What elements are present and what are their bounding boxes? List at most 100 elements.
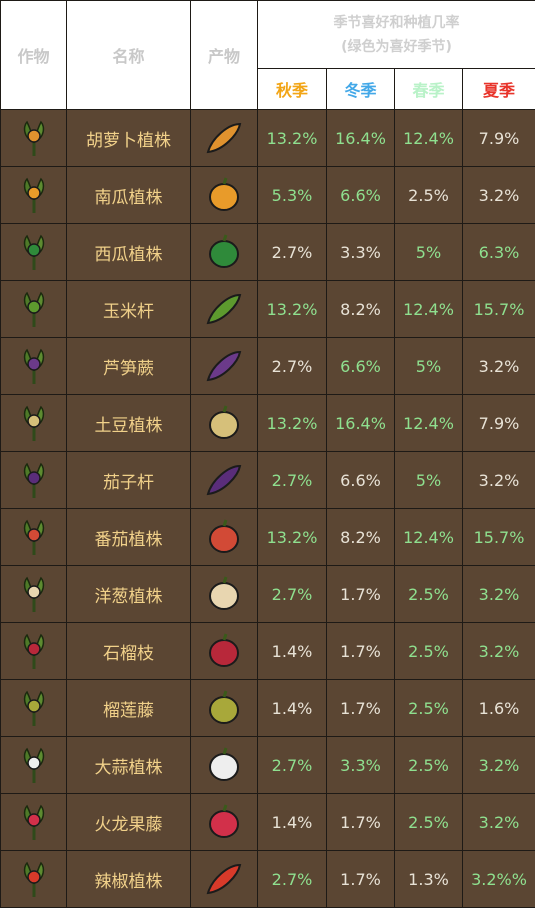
season-rate: 2.5% (394, 736, 463, 794)
crop-cell (0, 394, 67, 452)
season-title-line2: (绿色为喜好季节) (341, 38, 452, 55)
season-rate: 7.9% (462, 394, 535, 452)
crop-cell (0, 793, 67, 851)
crop-season-table: 作物 名称 产物 季节喜好和种植几率 (绿色为喜好季节) 秋季 冬季 春季 夏季… (0, 0, 535, 908)
watermelon-plant-icon (1, 232, 66, 272)
garlic-icon (191, 745, 257, 785)
crop-cell (0, 850, 67, 908)
table-row: 大蒜植株 2.7% 3.3% 2.5% 3.2% (0, 736, 535, 794)
season-title-line1: 季节喜好和种植几率 (333, 14, 460, 31)
season-rate: 5% (394, 337, 463, 395)
garlic-plant-icon (1, 745, 66, 785)
corn-icon (191, 289, 257, 329)
pepper-icon (191, 859, 257, 899)
tomato-icon (191, 517, 257, 557)
crop-name: 石榴枝 (66, 622, 191, 680)
season-rate: 3.3% (326, 736, 395, 794)
season-rate: 2.5% (394, 679, 463, 737)
product-cell (190, 793, 258, 851)
season-rate: 3.2% (462, 736, 535, 794)
dragonfruit-plant-icon (1, 802, 66, 842)
season-rate: 3.3% (326, 223, 395, 281)
crop-name: 胡萝卜植株 (66, 109, 191, 167)
crop-name: 茄子杆 (66, 451, 191, 509)
season-rate: 2.5% (394, 622, 463, 680)
eggplant-plant-icon (1, 460, 66, 500)
watermelon-icon (191, 232, 257, 272)
table-row: 榴莲藤 1.4% 1.7% 2.5% 1.6% (0, 679, 535, 737)
product-cell (190, 166, 258, 224)
pumpkin-icon (191, 175, 257, 215)
carrot-icon (191, 118, 257, 158)
season-rate: 8.2% (326, 280, 395, 338)
asparagus-icon (191, 346, 257, 386)
season-winter: 冬季 (326, 68, 395, 110)
product-cell (190, 850, 258, 908)
season-autumn: 秋季 (257, 68, 327, 110)
crop-cell (0, 451, 67, 509)
season-rate: 3.2% (462, 166, 535, 224)
season-rate: 3.2% (462, 793, 535, 851)
season-rate: 6.6% (326, 451, 395, 509)
crop-name: 南瓜植株 (66, 166, 191, 224)
table-row: 南瓜植株 5.3% 6.6% 2.5% 3.2% (0, 166, 535, 224)
season-rate: 2.7% (257, 223, 327, 281)
crop-name: 西瓜植株 (66, 223, 191, 281)
season-rate: 13.2% (257, 508, 327, 566)
table-row: 石榴枝 1.4% 1.7% 2.5% 3.2% (0, 622, 535, 680)
table-row: 火龙果藤 1.4% 1.7% 2.5% 3.2% (0, 793, 535, 851)
potato-plant-icon (1, 403, 66, 443)
pomegranate-plant-icon (1, 631, 66, 671)
crop-cell (0, 622, 67, 680)
season-rate: 1.7% (326, 793, 395, 851)
eggplant-icon (191, 460, 257, 500)
season-rate: 6.6% (326, 337, 395, 395)
season-rate: 2.7% (257, 337, 327, 395)
season-rate: 1.4% (257, 679, 327, 737)
season-rate: 3.2% (462, 337, 535, 395)
crop-cell (0, 565, 67, 623)
crop-name: 火龙果藤 (66, 793, 191, 851)
product-cell (190, 223, 258, 281)
table-row: 胡萝卜植株 13.2% 16.4% 12.4% 7.9% (0, 109, 535, 167)
season-rate: 13.2% (257, 280, 327, 338)
season-rate: 13.2% (257, 394, 327, 452)
table-row: 土豆植株 13.2% 16.4% 12.4% 7.9% (0, 394, 535, 452)
season-rate: 1.3% (394, 850, 463, 908)
crop-name: 大蒜植株 (66, 736, 191, 794)
potato-icon (191, 403, 257, 443)
season-rate: 5% (394, 223, 463, 281)
crop-cell (0, 337, 67, 395)
col-header-name: 名称 (66, 0, 191, 110)
product-cell (190, 280, 258, 338)
season-rate: 1.4% (257, 793, 327, 851)
asparagus-plant-icon (1, 346, 66, 386)
product-cell (190, 565, 258, 623)
crop-name: 芦笋蕨 (66, 337, 191, 395)
season-rate: 15.7% (462, 508, 535, 566)
product-cell (190, 622, 258, 680)
table-row: 洋葱植株 2.7% 1.7% 2.5% 3.2% (0, 565, 535, 623)
pumpkin-plant-icon (1, 175, 66, 215)
season-rate: 1.4% (257, 622, 327, 680)
carrot-plant-icon (1, 118, 66, 158)
crop-name: 玉米杆 (66, 280, 191, 338)
season-rate: 2.5% (394, 565, 463, 623)
pepper-plant-icon (1, 859, 66, 899)
table-row: 玉米杆 13.2% 8.2% 12.4% 15.7% (0, 280, 535, 338)
crop-name: 榴莲藤 (66, 679, 191, 737)
season-rate: 7.9% (462, 109, 535, 167)
product-cell (190, 109, 258, 167)
crop-name: 辣椒植株 (66, 850, 191, 908)
col-header-product: 产物 (190, 0, 258, 110)
season-rate: 6.6% (326, 166, 395, 224)
season-rate: 3.2% (462, 565, 535, 623)
table-row: 番茄植株 13.2% 8.2% 12.4% 15.7% (0, 508, 535, 566)
table-row: 辣椒植株 2.7% 1.7% 1.3% 3.2%% (0, 850, 535, 908)
season-summer: 夏季 (462, 68, 535, 110)
onion-icon (191, 574, 257, 614)
season-rate: 6.3% (462, 223, 535, 281)
product-cell (190, 337, 258, 395)
season-rate: 13.2% (257, 109, 327, 167)
season-rate: 5.3% (257, 166, 327, 224)
